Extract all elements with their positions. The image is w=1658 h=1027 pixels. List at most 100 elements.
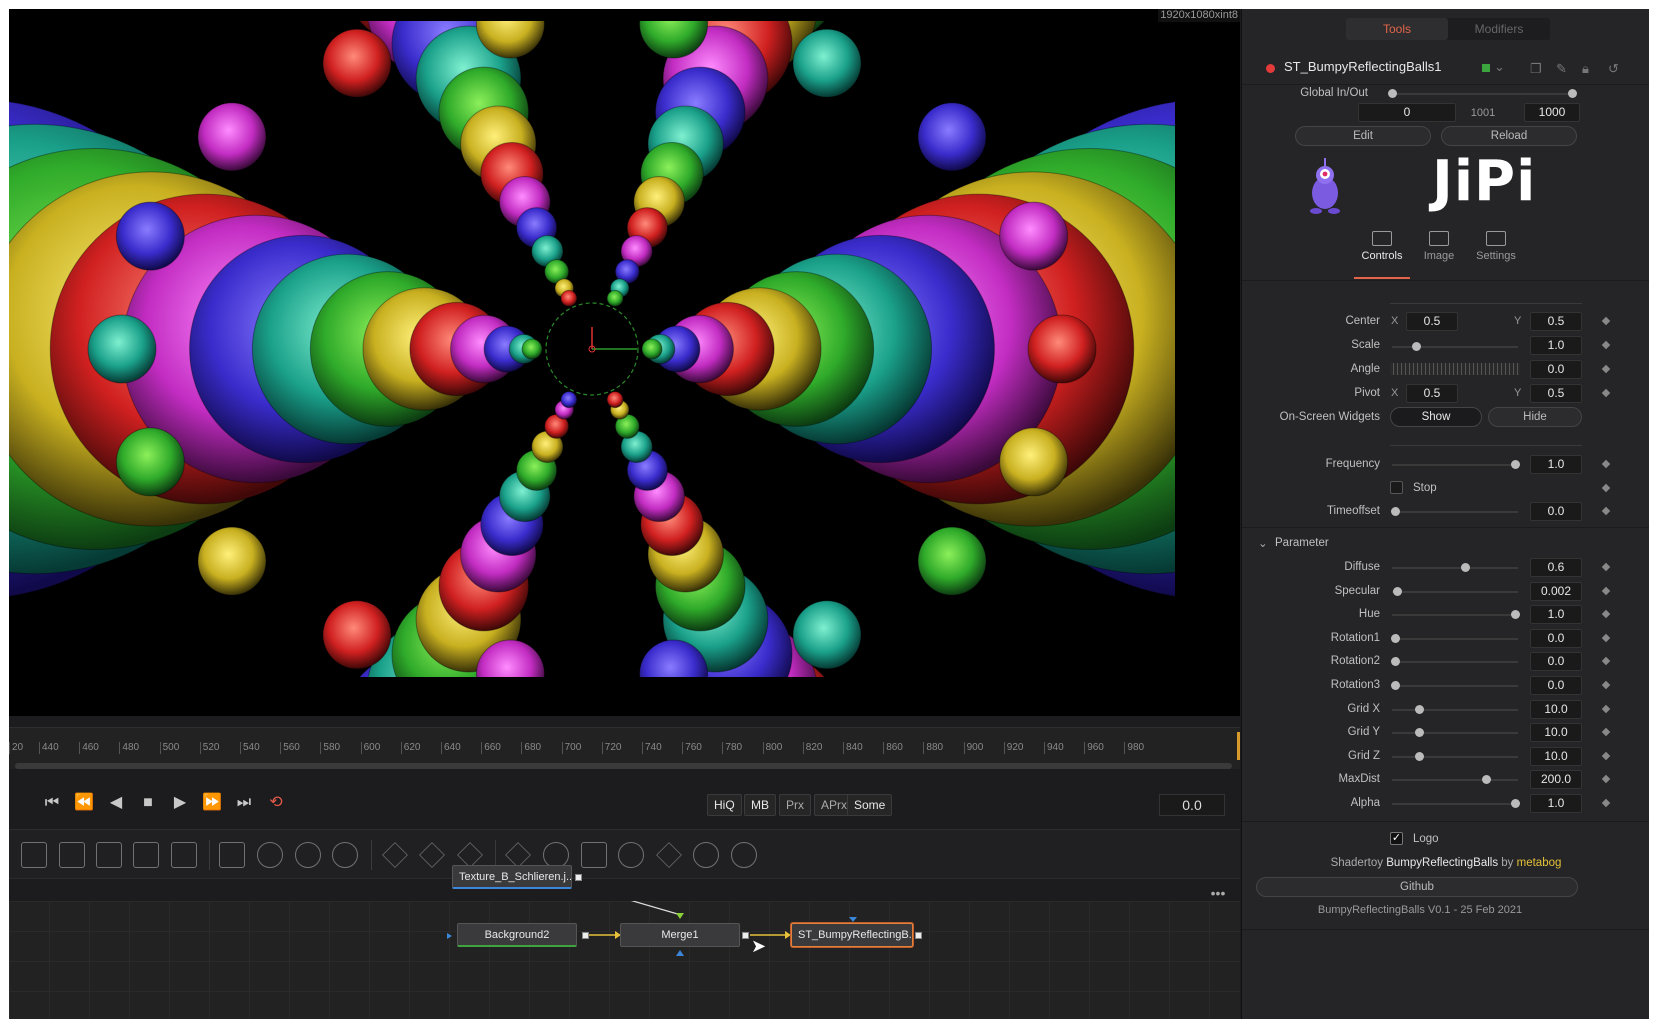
transform-tool-icon[interactable]: [133, 842, 159, 868]
lock-icon[interactable]: 🔒︎: [1582, 61, 1589, 77]
param-slider[interactable]: [1392, 755, 1518, 758]
keyframe-icon[interactable]: [1601, 388, 1611, 398]
global-in-field[interactable]: 0: [1358, 103, 1456, 122]
param-slider-handle[interactable]: [1482, 775, 1492, 785]
param-field[interactable]: 10.0: [1530, 746, 1582, 766]
background-tool-icon[interactable]: [21, 842, 47, 868]
param-slider-handle[interactable]: [1415, 728, 1424, 738]
node-output-port[interactable]: [915, 932, 922, 939]
timeoffset-slider[interactable]: [1392, 511, 1518, 513]
chevron-down-icon[interactable]: ⌄: [1258, 536, 1268, 550]
param-field[interactable]: 1.0: [1530, 605, 1582, 625]
param-field[interactable]: 0.0: [1530, 628, 1582, 648]
tool-enable-toggle[interactable]: [1266, 64, 1275, 73]
node-output-port[interactable]: [582, 932, 589, 939]
frequency-slider[interactable]: [1392, 464, 1518, 466]
keyframe-icon[interactable]: [1601, 506, 1611, 516]
show-widgets-button[interactable]: Show: [1390, 407, 1482, 427]
node-background[interactable]: Background2: [457, 923, 577, 947]
timeoffset-slider-handle[interactable]: [1391, 507, 1400, 516]
param-slider[interactable]: [1392, 732, 1518, 735]
paint-tool-icon[interactable]: [59, 842, 85, 868]
reload-button[interactable]: Reload: [1441, 126, 1577, 146]
viewer[interactable]: 1920x1080xint8: [9, 9, 1240, 716]
node-output-port[interactable]: [575, 874, 582, 881]
param-slider-handle[interactable]: [1460, 563, 1470, 572]
timeline-ruler[interactable]: 20 440 460 480 500 520 540 560 580 600 620 640 660 68…: [9, 727, 1240, 769]
mode-button-some[interactable]: Some: [847, 794, 893, 816]
image-tool-icon[interactable]: [96, 842, 122, 868]
param-slider[interactable]: [1392, 803, 1518, 805]
param-slider[interactable]: [1392, 567, 1518, 569]
param-slider[interactable]: [1392, 590, 1518, 593]
tab-controls[interactable]: Controls: [1352, 231, 1412, 262]
frequency-slider-handle[interactable]: [1511, 460, 1520, 469]
node-output-port[interactable]: [742, 932, 749, 939]
keyframe-icon[interactable]: [1601, 459, 1611, 469]
node-editor[interactable]: Texture_B_Schlieren.j... Background2 Mer…: [9, 865, 1240, 1019]
step-forward-button[interactable]: ⏩: [199, 790, 225, 816]
mode-button-prx[interactable]: Prx: [779, 794, 811, 816]
keyframe-icon[interactable]: [1601, 680, 1611, 690]
param-slider-handle[interactable]: [1391, 681, 1400, 690]
step-back-button[interactable]: ⏪: [71, 790, 97, 816]
keyframe-icon[interactable]: [1601, 340, 1611, 350]
stop-checkbox[interactable]: [1390, 481, 1403, 494]
angle-thumbwheel[interactable]: [1390, 363, 1520, 375]
param-slider[interactable]: [1392, 637, 1518, 640]
rectangle-mask-icon[interactable]: [219, 842, 245, 868]
param-slider-handle[interactable]: [1393, 586, 1403, 596]
mode-button-hiq[interactable]: HiQ: [707, 794, 742, 816]
center-y-field[interactable]: 0.5: [1530, 312, 1582, 331]
keyframe-icon[interactable]: [1601, 633, 1611, 643]
node-merge[interactable]: Merge1: [620, 923, 740, 947]
go-to-start-button[interactable]: ⏮: [39, 790, 65, 816]
keyframe-icon[interactable]: [1601, 586, 1611, 595]
go-to-end-button[interactable]: ⏭: [231, 790, 257, 816]
keyframe-icon[interactable]: [1601, 609, 1611, 619]
scale-slider-handle[interactable]: [1412, 342, 1421, 351]
param-slider-handle[interactable]: [1415, 704, 1424, 714]
timeline-scrollbar[interactable]: [15, 763, 1232, 769]
playhead[interactable]: [1237, 732, 1240, 760]
param-field[interactable]: 10.0: [1530, 723, 1582, 743]
particle-emitter-icon[interactable]: [382, 842, 408, 868]
credit-shader-link[interactable]: BumpyReflectingBalls: [1386, 857, 1498, 869]
tab-modifiers[interactable]: Modifiers: [1448, 18, 1550, 40]
polygon-mask-icon[interactable]: [295, 842, 321, 868]
current-time-field[interactable]: 0.0: [1159, 794, 1225, 816]
reset-icon[interactable]: ↺: [1608, 61, 1619, 77]
hide-widgets-button[interactable]: Hide: [1488, 407, 1582, 427]
param-field[interactable]: 1.0: [1530, 794, 1582, 813]
credit-author-link[interactable]: metabog: [1517, 857, 1562, 869]
renderer-3d-icon[interactable]: [731, 842, 757, 868]
scale-slider[interactable]: [1392, 346, 1518, 348]
param-slider-handle[interactable]: [1511, 610, 1520, 620]
edit-button[interactable]: Edit: [1295, 126, 1431, 146]
global-out-handle[interactable]: [1568, 89, 1577, 98]
more-options-icon[interactable]: •••: [1206, 886, 1230, 900]
tab-image[interactable]: Image: [1409, 231, 1469, 262]
keyframe-icon[interactable]: [1601, 364, 1611, 374]
github-button[interactable]: Github: [1256, 877, 1578, 897]
param-slider[interactable]: [1392, 685, 1518, 687]
pivot-y-field[interactable]: 0.5: [1530, 384, 1582, 403]
keyframe-icon[interactable]: [1601, 798, 1611, 808]
keyframe-icon[interactable]: [1601, 775, 1611, 784]
center-x-field[interactable]: 0.5: [1406, 312, 1458, 331]
angle-field[interactable]: 0.0: [1530, 360, 1582, 379]
particle-tool-icon[interactable]: [419, 842, 445, 868]
param-slider-handle[interactable]: [1391, 657, 1400, 667]
chevron-down-icon[interactable]: ⌄: [1494, 59, 1505, 75]
param-field[interactable]: 200.0: [1530, 770, 1582, 790]
play-reverse-button[interactable]: ◀: [103, 790, 129, 816]
frequency-field[interactable]: 1.0: [1530, 455, 1582, 474]
keyframe-icon[interactable]: [1601, 562, 1611, 572]
param-slider[interactable]: [1392, 661, 1518, 664]
node-texture[interactable]: Texture_B_Schlieren.j...: [452, 865, 572, 889]
timeoffset-field[interactable]: 0.0: [1530, 502, 1582, 521]
stop-button[interactable]: ■: [135, 790, 161, 816]
keyframe-icon[interactable]: [1601, 704, 1611, 713]
param-slider-handle[interactable]: [1511, 799, 1520, 808]
global-inout-slider[interactable]: [1392, 93, 1574, 95]
